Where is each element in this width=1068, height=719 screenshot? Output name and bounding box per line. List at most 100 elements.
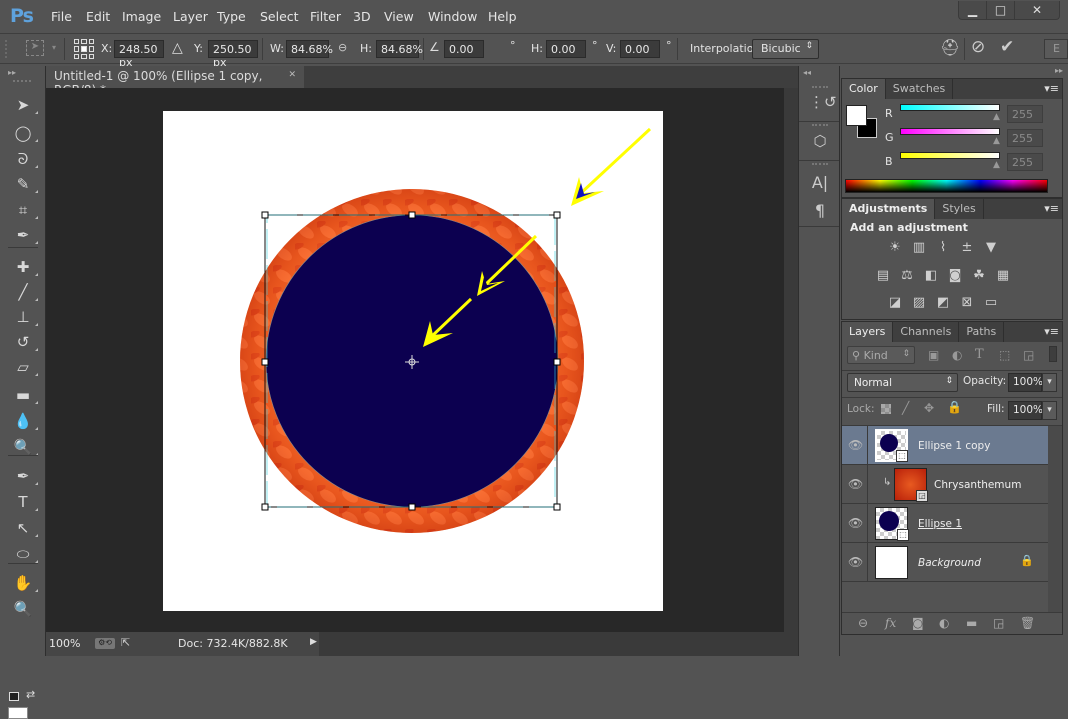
layer-filter-select[interactable]: ⚲ Kind ⇕ [847,346,915,364]
add-mask-icon[interactable]: ◙ [912,613,939,634]
menu-image[interactable]: Image [122,9,161,24]
gradient-map-icon[interactable]: ▭ [982,296,1000,310]
default-colors-icon[interactable] [9,692,19,701]
opacity-field[interactable]: 100% [1008,373,1043,392]
vertical-scrollbar[interactable] [784,88,798,632]
blend-mode-select[interactable]: Normal ⇕ [847,373,958,392]
color-lookup-icon[interactable]: ▦ [994,269,1012,283]
transform-handle-bottom-right[interactable] [553,503,561,511]
menu-help[interactable]: Help [488,9,517,24]
red-slider-thumb[interactable]: ▲ [993,112,1000,122]
menu-window[interactable]: Window [428,9,477,24]
paragraph-panel-icon[interactable]: ¶ [809,200,831,222]
menu-select[interactable]: Select [260,9,299,24]
layer-name[interactable]: Ellipse 1 copy [918,440,990,452]
new-adjustment-layer-icon[interactable]: ◐ [939,613,966,634]
commit-transform-icon[interactable]: ✔ [1000,37,1014,57]
menu-filter[interactable]: Filter [310,9,341,24]
transform-tool-icon[interactable]: ➤ [26,40,44,56]
share-icon[interactable]: ⇱ [121,636,130,649]
fill-dropdown-icon[interactable]: ▾ [1042,401,1057,420]
x-position-field[interactable]: 248.50 px [114,40,164,69]
selective-color-icon[interactable]: ⊠ [958,296,976,310]
width-field[interactable]: 84.68% [286,40,333,58]
green-slider-thumb[interactable]: ▲ [993,136,1000,146]
menu-type[interactable]: Type [217,9,246,24]
move-tool-icon[interactable]: ➤ [11,94,38,116]
menu-file[interactable]: File [51,9,72,24]
exposure-icon[interactable]: ± [958,241,976,255]
filter-pixel-icon[interactable]: ▣ [928,348,939,362]
warp-mode-icon[interactable]: ⛑ [940,38,960,57]
relative-position-icon[interactable]: △ [172,40,183,56]
proof-setup-icon[interactable]: ⚙⟲ [95,638,115,649]
color-balance-icon[interactable]: ⚖ [898,269,916,283]
options-grip[interactable] [5,40,11,58]
tab-swatches[interactable]: Swatches [886,79,954,99]
foreground-color-swatch[interactable] [8,707,28,719]
link-layers-icon[interactable]: ⊖ [858,613,885,634]
ellipse-shape-tool-icon[interactable]: ⬭ [11,543,38,565]
gradient-tool-icon[interactable]: ▬ [11,384,38,406]
zoom-tool-icon[interactable]: 🔍 [11,598,35,620]
tab-styles[interactable]: Styles [935,199,984,219]
red-value-field[interactable]: 255 [1007,105,1043,123]
filter-smart-object-icon[interactable]: ◲ [1023,348,1034,362]
cancel-transform-icon[interactable]: ⊘ [971,37,985,57]
layer-row-ellipse-1[interactable]: 👁 ⬚ Ellipse 1 [842,504,1048,543]
photo-filter-icon[interactable]: ◙ [946,269,964,283]
healing-brush-tool-icon[interactable]: ✚ [11,256,38,278]
panel-menu-icon[interactable]: ▾≡ [1044,202,1059,215]
hue-saturation-icon[interactable]: ▤ [874,269,892,283]
rotate-angle-field[interactable]: 0.00 [444,40,484,58]
transform-handle-top[interactable] [408,211,416,219]
path-selection-tool-icon[interactable]: ↖ [11,517,38,539]
filter-shape-icon[interactable]: ⬚ [999,348,1010,362]
hand-tool-icon[interactable]: ✋ [11,572,38,594]
invert-icon[interactable]: ◪ [886,296,904,310]
menu-edit[interactable]: Edit [86,9,110,24]
blue-slider[interactable] [900,152,1000,159]
maximize-button[interactable]: □ [987,1,1015,19]
curves-icon[interactable]: ⌇ [934,241,952,255]
new-group-icon[interactable]: ▬ [966,613,993,634]
layer-row-chrysanthemum[interactable]: 👁 ↳ ◲ Chrysanthemum [842,465,1048,504]
quick-selection-tool-icon[interactable]: ✎ [11,173,38,195]
visibility-eye-icon[interactable]: 👁 [848,477,863,491]
eraser-tool-icon[interactable]: ▱ [11,356,38,378]
visibility-eye-icon[interactable]: 👁 [848,516,863,530]
new-layer-icon[interactable]: ◲ [993,613,1020,634]
minimize-button[interactable]: ▁ [959,1,987,19]
reference-point-icon[interactable] [74,39,94,59]
channel-mixer-icon[interactable]: ☘ [970,269,988,283]
type-tool-icon[interactable]: T [11,491,38,513]
swap-colors-icon[interactable]: ⇄ [26,688,35,701]
layer-name[interactable]: Ellipse 1 [918,518,962,530]
3d-panel-icon[interactable]: ⬡ [809,130,831,152]
panel-menu-icon[interactable]: ▾≡ [1044,82,1059,95]
green-slider[interactable] [900,128,1000,135]
foreground-color-swatch[interactable] [846,105,867,126]
filter-adjustment-icon[interactable]: ◐ [952,348,962,362]
history-brush-tool-icon[interactable]: ↺ [11,331,38,353]
transform-handle-bottom-left[interactable] [261,503,269,511]
menu-view[interactable]: View [384,9,414,24]
brush-tool-icon[interactable]: ╱ [11,281,38,303]
toolbox-grip[interactable] [13,80,31,83]
visibility-eye-icon[interactable]: 👁 [848,555,863,569]
blur-tool-icon[interactable]: 💧 [11,410,38,432]
transform-handle-right[interactable] [553,358,561,366]
panel-menu-icon[interactable]: ▾≡ [1044,325,1059,338]
lock-position-icon[interactable]: ✥ [924,401,934,415]
dock-grip[interactable] [812,86,828,89]
opacity-dropdown-icon[interactable]: ▾ [1042,373,1057,392]
lasso-tool-icon[interactable]: ᘐ [11,148,38,170]
dock-grip[interactable] [812,124,828,127]
brightness-contrast-icon[interactable]: ☀ [886,241,904,255]
marquee-ellipse-tool-icon[interactable]: ◯ [11,122,38,144]
clone-stamp-tool-icon[interactable]: ⊥ [11,306,38,328]
transform-handle-top-left[interactable] [261,211,269,219]
workspace-switcher[interactable]: E [1044,39,1068,59]
transform-handle-left[interactable] [261,358,269,366]
menu-layer[interactable]: Layer [173,9,208,24]
